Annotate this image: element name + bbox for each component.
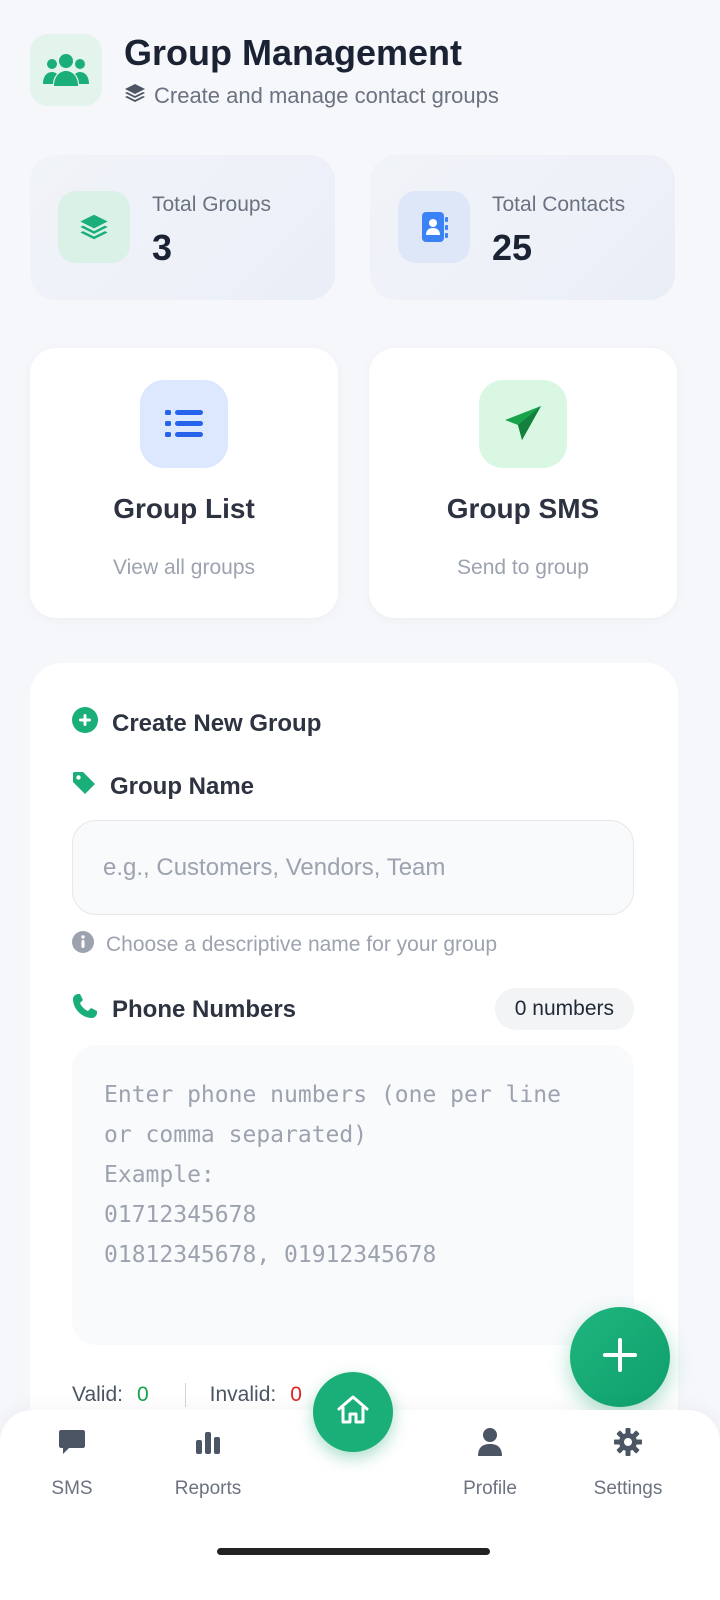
- tag-icon: [72, 771, 96, 802]
- action-title: Group List: [113, 493, 255, 524]
- phone-numbers-label: Phone Numbers: [72, 993, 296, 1026]
- valid-label: Valid:: [72, 1383, 123, 1406]
- subtitle-text: Create and manage contact groups: [154, 83, 499, 108]
- add-button[interactable]: [570, 1307, 670, 1407]
- bar-chart-icon: [148, 1422, 268, 1462]
- stat-value: 3: [152, 227, 173, 268]
- nav-item-reports[interactable]: Reports: [148, 1422, 268, 1512]
- user-icon: [430, 1422, 550, 1462]
- nav-label: Settings: [593, 1478, 663, 1499]
- hint-text: Choose a descriptive name for your group: [106, 933, 498, 956]
- page-header: Group Management Create and manage conta…: [30, 32, 690, 112]
- group-name-input[interactable]: [72, 820, 634, 915]
- validation-summary: Valid: 0 Invalid: 0: [72, 1383, 302, 1407]
- info-icon: [72, 931, 94, 959]
- nav-label: Profile: [463, 1478, 517, 1499]
- nav-item-sms[interactable]: SMS: [12, 1422, 132, 1512]
- page-title: Group Management: [124, 32, 463, 73]
- valid-count: 0: [136, 1383, 149, 1406]
- plus-icon: [603, 1337, 637, 1377]
- layers-icon: [58, 191, 130, 263]
- stat-label: Total Contacts: [492, 193, 626, 216]
- stat-card-total-groups: Total Groups 3: [30, 155, 335, 300]
- gear-icon: [568, 1422, 688, 1462]
- group-list-card[interactable]: Group List View all groups: [30, 348, 338, 618]
- address-book-icon: [398, 191, 470, 263]
- group-name-hint: Choose a descriptive name for your group: [72, 931, 497, 959]
- home-indicator-bar: [217, 1548, 490, 1555]
- plus-circle-icon: [72, 707, 98, 740]
- paper-plane-icon: [479, 380, 567, 468]
- section-title: Create New Group: [112, 709, 322, 737]
- phone-numbers-textarea[interactable]: [72, 1045, 634, 1345]
- action-title: Group SMS: [446, 493, 600, 524]
- nav-label: SMS: [51, 1478, 93, 1499]
- group-sms-card[interactable]: Group SMS Send to group: [369, 348, 677, 618]
- field-label: Group Name: [110, 772, 255, 800]
- nav-label: Reports: [174, 1478, 242, 1499]
- phone-icon: [72, 993, 98, 1026]
- invalid-count: 0: [290, 1383, 302, 1406]
- page-subtitle: Create and manage contact groups: [124, 82, 499, 110]
- invalid-label: Invalid:: [209, 1383, 277, 1406]
- users-group-icon: [30, 34, 102, 106]
- create-group-heading: Create New Group: [72, 707, 321, 740]
- layers-icon: [124, 82, 146, 110]
- nav-item-settings[interactable]: Settings: [568, 1422, 688, 1512]
- chat-icon: [12, 1422, 132, 1462]
- number-count-badge: 0 numbers: [494, 988, 634, 1030]
- action-subtitle: View all groups: [112, 556, 256, 579]
- action-subtitle: Send to group: [457, 556, 589, 579]
- stat-label: Total Groups: [152, 193, 272, 216]
- home-button[interactable]: [313, 1372, 393, 1452]
- group-name-label: Group Name: [72, 771, 254, 802]
- field-label: Phone Numbers: [112, 995, 297, 1023]
- home-icon: [337, 1395, 369, 1430]
- list-icon: [140, 380, 228, 468]
- stat-card-total-contacts: Total Contacts 25: [370, 155, 675, 300]
- divider: [184, 1383, 186, 1407]
- nav-item-profile[interactable]: Profile: [430, 1422, 550, 1512]
- stat-value: 25: [492, 227, 533, 268]
